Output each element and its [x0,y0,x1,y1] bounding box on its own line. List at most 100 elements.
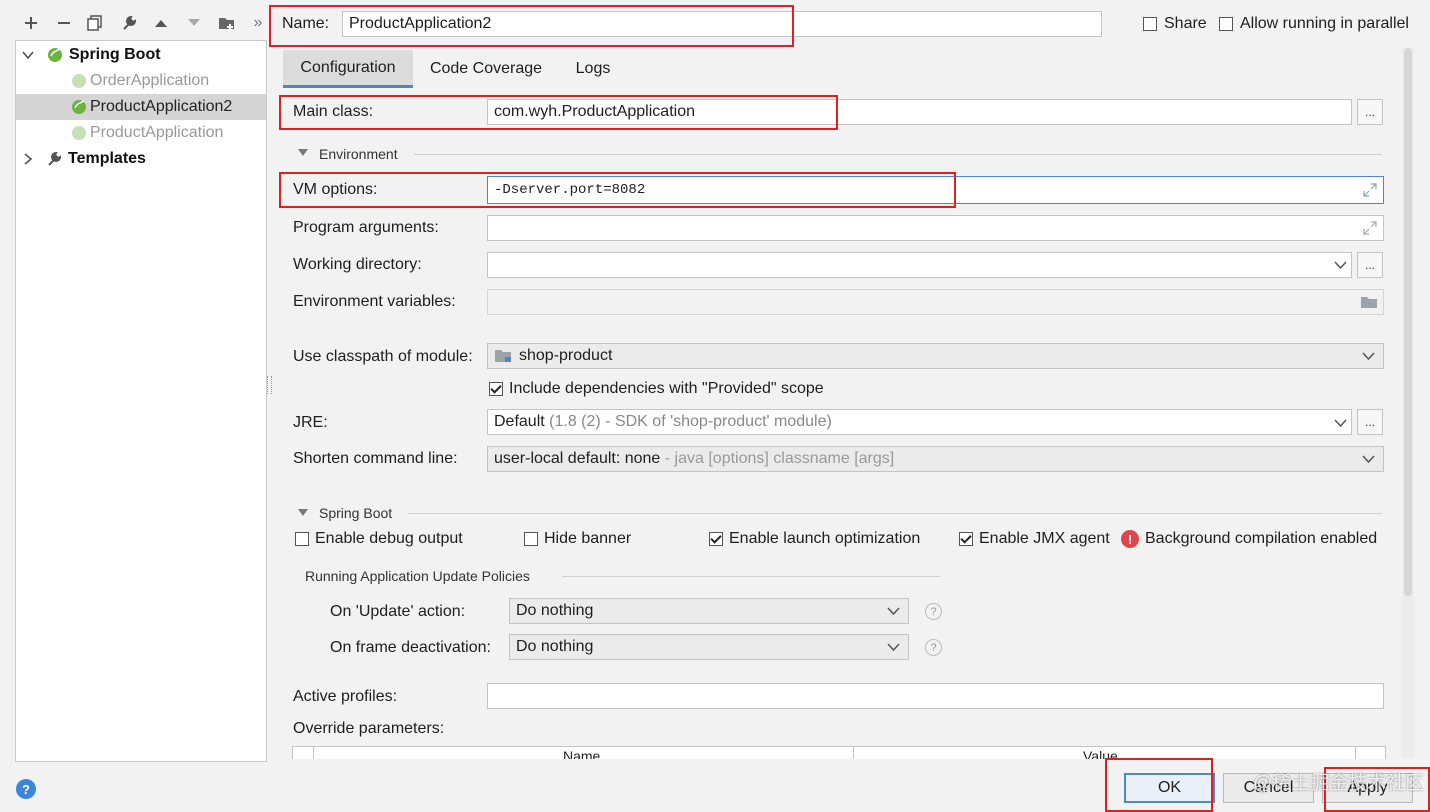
module-folder-icon [495,350,511,362]
error-icon: ! [1121,530,1139,548]
include-deps-checkbox[interactable] [489,382,503,396]
tree-item-label: OrderApplication [90,72,210,89]
bg-compilation-label: Background compilation enabled [1145,530,1378,547]
more-icon[interactable]: » [246,10,270,36]
divider [408,513,1382,514]
wrench-icon [46,151,64,167]
spring-boot-icon [70,72,90,90]
jmx-agent-checkbox[interactable] [959,532,973,546]
tree-item-productapplication[interactable]: ProductApplication [16,120,266,146]
spring-boot-section-title: Spring Boot [319,505,393,521]
help-icon[interactable]: ? [925,603,942,620]
launch-optimization-label: Enable launch optimization [729,530,921,547]
chevron-down-icon [887,607,900,616]
scrollbar-track[interactable] [1402,48,1414,758]
name-label: Name: [282,15,330,32]
chevron-down-icon[interactable] [1334,418,1347,428]
include-deps-label: Include dependencies with "Provided" sco… [509,380,824,397]
jmx-agent-label: Enable JMX agent [979,530,1110,547]
divider [414,154,1382,155]
tree-item-label: ProductApplication [90,124,224,141]
env-vars-input[interactable] [487,289,1384,315]
tree-item-label: ProductApplication2 [90,98,233,115]
collapse-triangle-icon[interactable] [298,149,308,157]
working-dir-input[interactable] [487,252,1352,278]
hide-banner-label: Hide banner [544,530,632,547]
add-icon[interactable] [19,10,43,36]
move-down-icon[interactable] [182,10,206,36]
tab-logs[interactable]: Logs [564,50,622,88]
folder-icon[interactable] [1360,295,1378,309]
chevron-down-icon[interactable] [22,49,34,61]
remove-icon[interactable] [52,10,76,36]
parallel-checkbox[interactable] [1219,17,1233,31]
configuration-tree: Spring Boot OrderApplication ProductAppl… [15,40,267,762]
jre-input[interactable]: Default (1.8 (2) - SDK of 'shop-product'… [487,409,1352,435]
program-args-input[interactable] [487,215,1384,241]
chevron-down-icon[interactable] [1334,260,1347,270]
table-header-name: Name [563,748,601,759]
hide-banner-checkbox[interactable] [524,532,538,546]
move-up-icon[interactable] [149,10,173,36]
tree-group-spring-boot[interactable]: Spring Boot [16,42,266,68]
expand-icon[interactable] [1363,183,1377,197]
jre-label: JRE: [293,414,328,431]
update-action-select[interactable]: Do nothing [509,598,909,624]
chevron-down-icon [887,643,900,652]
spring-boot-icon [70,124,90,142]
launch-optimization-checkbox[interactable] [709,532,723,546]
parallel-label: Allow running in parallel [1240,15,1409,32]
tree-group-templates[interactable]: Templates [16,146,266,172]
expand-icon[interactable] [1363,221,1377,235]
vm-options-label: VM options: [293,181,378,198]
debug-output-checkbox[interactable] [295,532,309,546]
tab-configuration[interactable]: Configuration [283,50,413,88]
column-divider [853,747,854,759]
main-class-input[interactable]: com.wyh.ProductApplication [487,99,1352,125]
help-icon[interactable]: ? [16,779,36,799]
scrollbar-thumb[interactable] [1404,48,1412,596]
spring-boot-icon [70,98,90,116]
override-params-label: Override parameters: [293,720,445,737]
splitter-handle[interactable] [267,376,272,394]
add-folder-icon[interactable] [215,10,239,36]
help-icon[interactable]: ? [925,639,942,656]
classpath-select[interactable]: shop-product [487,343,1384,369]
chevron-down-icon [1362,352,1375,361]
table-header-value: Value [1083,748,1118,759]
vm-options-input[interactable]: -Dserver.port=8082 [487,176,1384,204]
environment-section-title: Environment [319,146,398,162]
tree-item-productapplication2[interactable]: ProductApplication2 [16,94,266,120]
spring-boot-icon [46,46,66,64]
collapse-triangle-icon[interactable] [298,509,308,517]
main-class-browse-button[interactable]: ... [1357,99,1383,125]
override-params-table[interactable]: Name Value [292,746,1386,759]
working-dir-label: Working directory: [293,256,422,273]
main-class-label: Main class: [293,103,374,120]
share-checkbox[interactable] [1143,17,1157,31]
debug-output-label: Enable debug output [315,530,463,547]
tab-code-coverage[interactable]: Code Coverage [418,50,554,88]
shorten-label: Shorten command line: [293,450,458,467]
jre-browse-button[interactable]: ... [1357,409,1383,435]
active-profiles-label: Active profiles: [293,688,398,705]
name-input[interactable]: ProductApplication2 [342,11,1102,37]
tree-item-orderapplication[interactable]: OrderApplication [16,68,266,94]
active-profiles-input[interactable] [487,683,1384,709]
shorten-select[interactable]: user-local default: none - java [options… [487,446,1384,472]
working-dir-browse-button[interactable]: ... [1357,252,1383,278]
tree-group-label: Spring Boot [69,46,161,63]
wrench-icon[interactable] [117,10,141,36]
chevron-right-icon[interactable] [22,153,34,165]
column-divider [313,747,314,759]
share-label: Share [1164,15,1207,32]
policies-section-title: Running Application Update Policies [305,568,530,584]
ok-button[interactable]: OK [1124,773,1215,803]
update-action-label: On 'Update' action: [330,603,466,620]
column-divider [1355,747,1356,759]
chevron-down-icon [1362,455,1375,464]
frame-deactivation-select[interactable]: Do nothing [509,634,909,660]
program-args-label: Program arguments: [293,219,439,236]
tree-group-label: Templates [68,150,146,167]
copy-icon[interactable] [83,10,107,36]
